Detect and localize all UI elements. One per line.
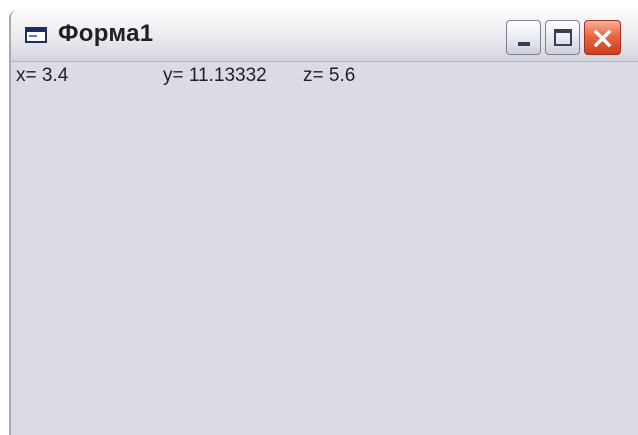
window-title: Форма1 (58, 20, 154, 47)
minimize-button[interactable] (506, 20, 541, 55)
output-y-value: y= 11.13332 (163, 65, 267, 86)
output-x-value: x= 3.4 (16, 65, 69, 86)
form-window: Форма1 x= 3.4 y= 11.13332 z= 5.6 (9, 10, 638, 435)
maximize-button[interactable] (545, 20, 580, 55)
form-client-area: x= 3.4 y= 11.13332 z= 5.6 (11, 62, 638, 435)
form-icon[interactable] (25, 27, 47, 43)
close-icon (593, 29, 612, 48)
minimize-icon (518, 42, 530, 46)
output-z-value: z= 5.6 (303, 65, 356, 86)
close-button[interactable] (584, 20, 621, 55)
maximize-icon (554, 29, 572, 46)
title-bar[interactable]: Форма1 (11, 10, 638, 62)
